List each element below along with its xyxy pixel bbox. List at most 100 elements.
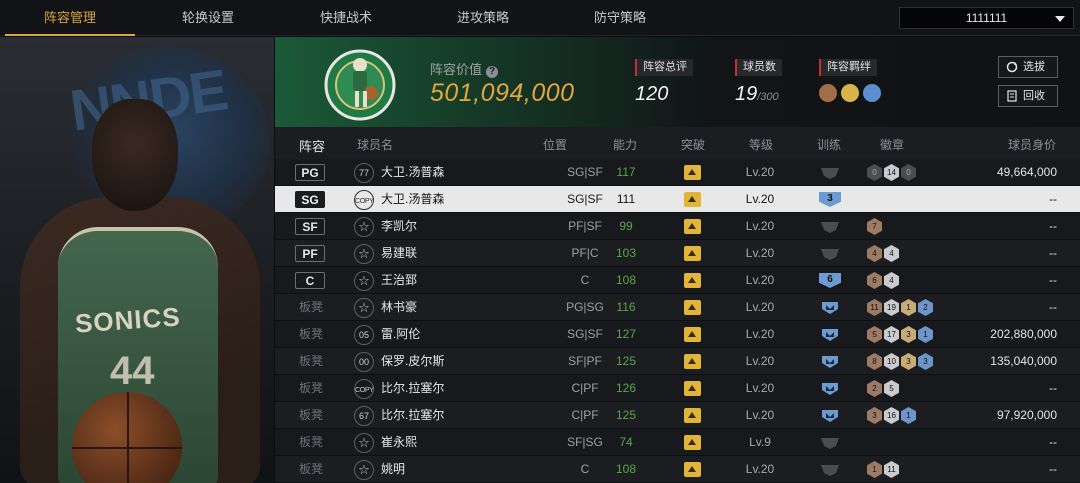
header-breakthrough[interactable]: 突破 [681,136,705,153]
tab-quick-tactics[interactable]: 快捷战术 [281,0,411,36]
player-name[interactable]: 大卫.汤普森 [381,186,444,213]
badge-icon[interactable]: 3 [901,326,916,343]
player-name[interactable]: 王治郅 [381,267,417,294]
badge-icon[interactable]: 3 [918,353,933,370]
badge-icon[interactable]: 4 [884,245,899,262]
header-level[interactable]: 等级 [749,136,773,153]
player-name[interactable]: 易建联 [381,240,417,267]
badge-icon[interactable]: 7 [867,218,882,235]
breakthrough-crown-icon[interactable] [684,381,701,396]
breakthrough-crown-icon[interactable] [684,354,701,369]
table-row[interactable]: SG COPY 大卫.汤普森 SG|SF 111 Lv.20 3 -- [275,186,1080,213]
training-empty-icon[interactable] [819,462,841,477]
breakthrough-crown-icon[interactable] [684,408,701,423]
badge-icon[interactable]: 2 [867,380,882,397]
breakthrough-crown-icon[interactable] [684,165,701,180]
table-row[interactable]: C ☆ 王治郅 C 108 Lv.20 6 6 4 -- [275,267,1080,294]
badge-icon[interactable]: 0 [901,164,916,181]
player-salary: -- [1049,300,1057,314]
training-level-icon[interactable]: 6 [819,273,841,288]
header-position[interactable]: 位置 [543,136,567,153]
player-name[interactable]: 保罗.皮尔斯 [381,348,444,375]
breakthrough-crown-icon[interactable] [684,219,701,234]
table-row[interactable]: PF ☆ 易建联 PF|C 103 Lv.20 4 4 -- [275,240,1080,267]
breakthrough-crown-icon[interactable] [684,273,701,288]
tab-offense-strategy[interactable]: 进攻策略 [418,0,548,36]
badge-icon[interactable]: 17 [884,326,899,343]
badge-icon[interactable]: 14 [884,164,899,181]
table-row[interactable]: 板凳 ☆ 林书豪 PG|SG 116 Lv.20 11 19 1 2 -- [275,294,1080,321]
player-name[interactable]: 林书豪 [381,294,417,321]
table-row[interactable]: 板凳 COPY 比尔.拉塞尔 C|PF 126 Lv.20 2 5 -- [275,375,1080,402]
table-row[interactable]: SF ☆ 李凯尔 PF|SF 99 Lv.20 7 -- [275,213,1080,240]
breakthrough-crown-icon[interactable] [684,246,701,261]
header-salary[interactable]: 球员身价 [1008,136,1056,153]
player-name[interactable]: 比尔.拉塞尔 [381,375,444,402]
badge-icon[interactable]: 8 [867,353,882,370]
badge-icon[interactable]: 3 [901,353,916,370]
badge-icon[interactable]: 4 [867,245,882,262]
tab-rotation-settings[interactable]: 轮换设置 [143,0,273,36]
bond-icon[interactable] [863,84,881,102]
badge-icon[interactable]: 16 [884,407,899,424]
breakthrough-crown-icon[interactable] [684,435,701,450]
badge-icon[interactable]: 10 [884,353,899,370]
player-name[interactable]: 姚明 [381,456,405,483]
header-badges[interactable]: 徽章 [880,136,904,153]
breakthrough-crown-icon[interactable] [684,300,701,315]
badge-icon[interactable]: 1 [901,407,916,424]
table-row[interactable]: 板凳 ☆ 崔永熙 SF|SG 74 Lv.9 -- [275,429,1080,456]
player-name[interactable]: 李凯尔 [381,213,417,240]
recycle-button[interactable]: 回收 [998,85,1058,107]
training-crown-icon[interactable] [819,327,841,342]
training-crown-icon[interactable] [819,408,841,423]
table-row[interactable]: 板凳 ☆ 姚明 C 108 Lv.20 1 11 -- [275,456,1080,483]
header-training[interactable]: 训练 [817,136,841,153]
badge-icon[interactable]: 1 [867,461,882,478]
table-row[interactable]: PG 77 大卫.汤普森 SG|SF 117 Lv.20 0 14 0 49,664,000 [275,159,1080,186]
table-row[interactable]: 板凳 05 雷.阿伦 SG|SF 127 Lv.20 5 17 3 1 202,880,000 [275,321,1080,348]
training-crown-icon[interactable] [819,354,841,369]
table-row[interactable]: 板凳 00 保罗.皮尔斯 SF|PF 125 Lv.20 8 10 3 3 135,040,000 [275,348,1080,375]
training-crown-icon[interactable] [819,381,841,396]
tab-lineup-management[interactable]: 阵容管理 [5,0,135,36]
badge-icon[interactable]: 4 [884,272,899,289]
player-ability: 103 [615,246,637,260]
help-icon[interactable]: ? [486,66,499,78]
training-empty-icon[interactable] [819,435,841,450]
training-crown-icon[interactable] [819,300,841,315]
header-slot[interactable]: 阵容 [299,136,325,155]
badge-icon[interactable]: 5 [867,326,882,343]
table-row[interactable]: 板凳 67 比尔.拉塞尔 C|PF 125 Lv.20 3 16 1 97,920,000 [275,402,1080,429]
badge-icon[interactable]: 0 [867,164,882,181]
badge-icon[interactable]: 6 [867,272,882,289]
badge-icon[interactable]: 11 [867,299,882,316]
header-name[interactable]: 球员名 [357,136,393,153]
player-name[interactable]: 比尔.拉塞尔 [381,402,444,429]
player-name[interactable]: 大卫.汤普森 [381,159,444,186]
bond-icon[interactable] [819,84,837,102]
bond-icon[interactable] [841,84,859,102]
lineup-slot-bench: 板凳 [299,408,324,422]
training-empty-icon[interactable] [819,246,841,261]
player-name[interactable]: 崔永熙 [381,429,417,456]
badge-icon[interactable]: 5 [884,380,899,397]
player-name[interactable]: 雷.阿伦 [381,321,420,348]
training-empty-icon[interactable] [819,165,841,180]
breakthrough-crown-icon[interactable] [684,192,701,207]
breakthrough-crown-icon[interactable] [684,462,701,477]
badge-icon[interactable]: 1 [918,326,933,343]
badge-icon[interactable]: 19 [884,299,899,316]
training-empty-icon[interactable] [819,219,841,234]
breakthrough-crown-icon[interactable] [684,327,701,342]
account-dropdown[interactable]: 1111111 [899,7,1074,29]
badge-icon[interactable]: 3 [867,407,882,424]
lineup-value: 501,094,000 [430,79,575,107]
badge-icon[interactable]: 1 [901,299,916,316]
training-level-icon[interactable]: 3 [819,192,841,207]
tab-defense-strategy[interactable]: 防守策略 [555,0,685,36]
header-ability[interactable]: 能力 [613,136,637,153]
scout-button[interactable]: 选拔 [998,56,1058,78]
badge-icon[interactable]: 2 [918,299,933,316]
badge-icon[interactable]: 11 [884,461,899,478]
